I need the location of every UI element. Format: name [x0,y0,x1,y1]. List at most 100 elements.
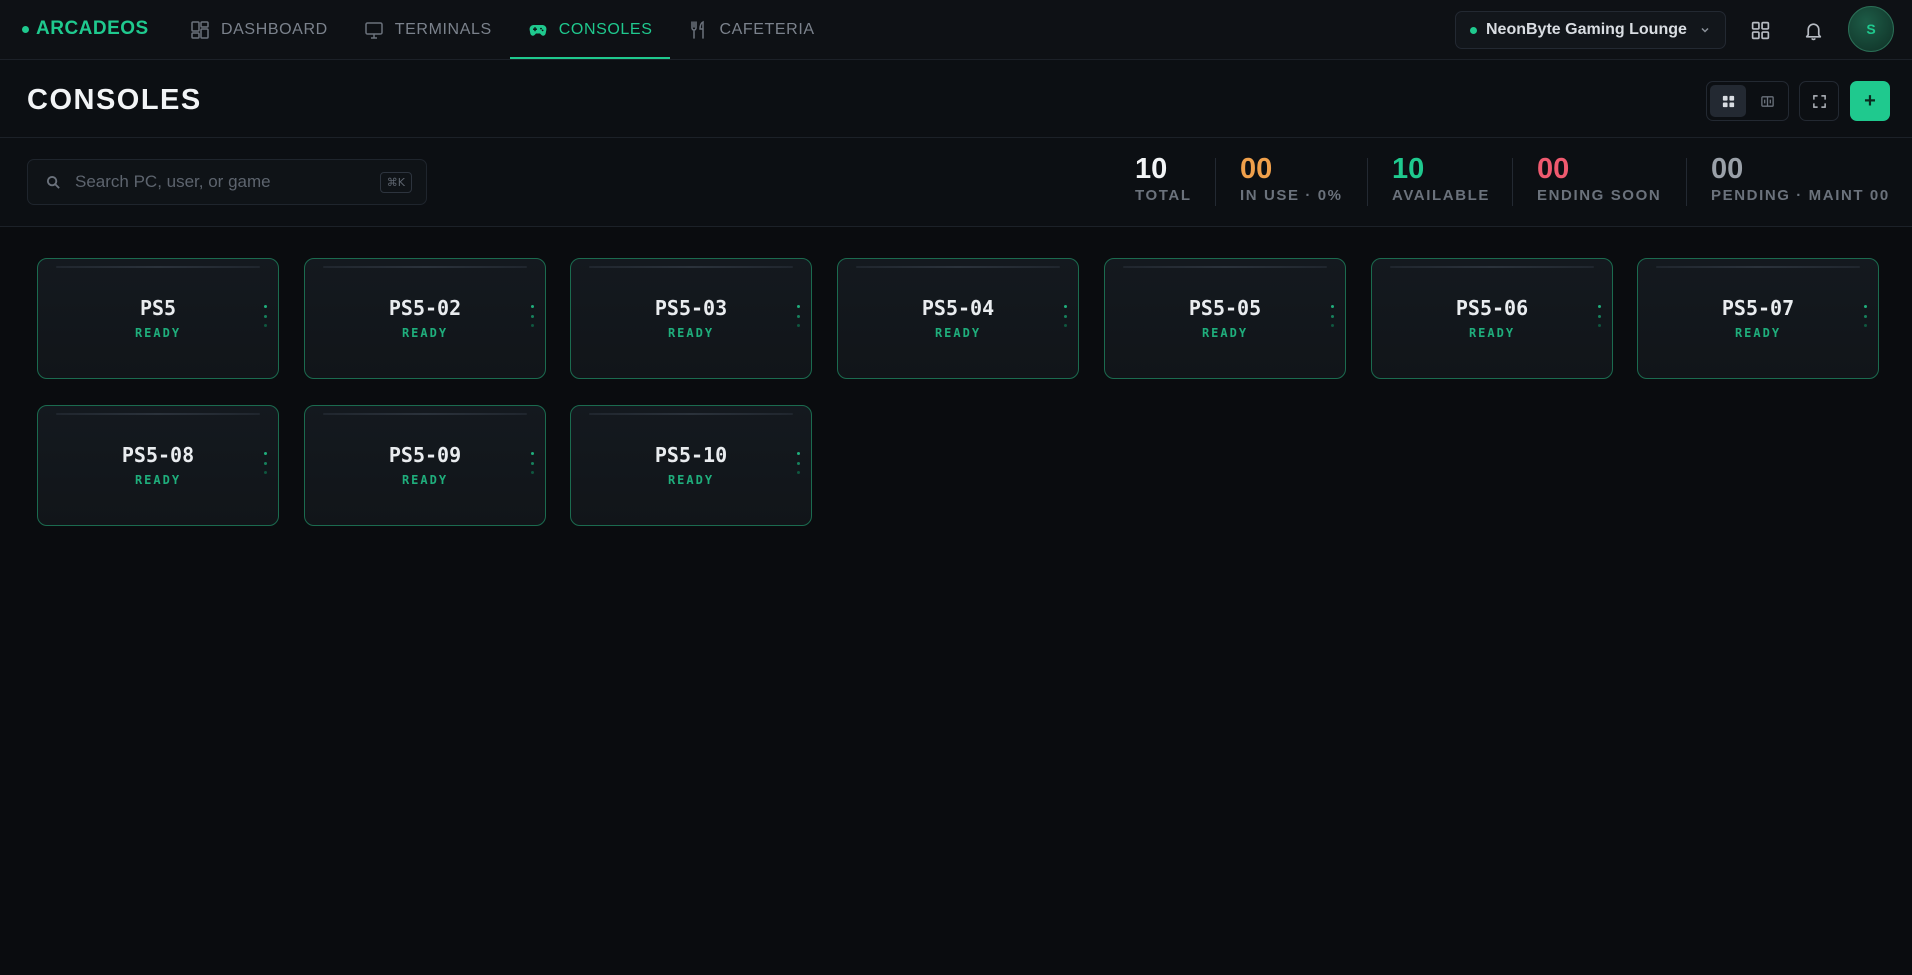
more-options-icon[interactable] [260,452,270,474]
stat-ending-soon: 00 ENDING SOON [1537,152,1661,204]
stat-total: 10 TOTAL [1135,152,1192,204]
stat-total-label: TOTAL [1135,187,1192,204]
page-title: CONSOLES [27,84,202,116]
venue-name: NeonByte Gaming Lounge [1486,21,1687,38]
brand-name: ARCADEOS [36,18,149,39]
stat-divider [1367,158,1368,206]
card-accent-line [589,266,793,268]
tab-consoles[interactable]: CONSOLES [509,0,671,59]
grid-icon [1751,21,1769,39]
console-status: READY [134,326,182,340]
tab-cafeteria-label: CAFETERIA [719,20,815,38]
tab-dashboard[interactable]: DASHBOARD [172,0,346,59]
console-card[interactable]: PS5-06 READY [1371,258,1613,379]
nav-tabs: DASHBOARD TERMINALS CONSOLES CAFETERIA [172,0,833,59]
tab-dashboard-label: DASHBOARD [221,20,328,38]
console-card[interactable]: PS5-10 READY [570,405,812,526]
monitor-icon [365,21,383,39]
console-name: PS5-09 [388,443,462,467]
page-header: CONSOLES + [0,60,1912,138]
console-name: PS5-05 [1188,296,1262,320]
top-nav: ARCADEOS DASHBOARD TERMINALS CONSOLES CA… [0,0,1912,60]
console-name: PS5-03 [654,296,728,320]
more-options-icon[interactable] [1060,305,1070,327]
tab-cafeteria[interactable]: CAFETERIA [670,0,832,59]
stat-ending-soon-value: 00 [1537,153,1570,185]
stat-available: 10 AVAILABLE [1392,152,1490,204]
venue-selector[interactable]: NeonByte Gaming Lounge [1455,11,1726,49]
split-view-button[interactable] [1749,85,1785,117]
more-options-icon[interactable] [1327,305,1337,327]
stat-in-use: 00 IN USE · 0% [1240,152,1343,204]
console-status: READY [667,473,715,487]
more-options-icon[interactable] [527,452,537,474]
card-accent-line [56,266,260,268]
stat-in-use-value: 00 [1240,153,1273,185]
console-card[interactable]: PS5-03 READY [570,258,812,379]
console-card[interactable]: PS5-05 READY [1104,258,1346,379]
add-console-button[interactable]: + [1850,81,1890,121]
gamepad-icon [529,24,547,36]
card-accent-line [1390,266,1594,268]
console-card[interactable]: PS5-02 READY [304,258,546,379]
stat-pending: 00 PENDING · MAINT 00 [1711,152,1890,204]
card-accent-line [323,413,527,415]
venue-status-dot [1470,26,1477,34]
stat-total-value: 10 [1135,153,1168,185]
search-box[interactable]: ⌘K [27,159,427,205]
stat-pending-label: PENDING · MAINT 00 [1711,187,1890,204]
brand-logo[interactable]: ARCADEOS [22,0,149,58]
console-status: READY [934,326,982,340]
card-accent-line [1656,266,1860,268]
console-name: PS5-08 [121,443,195,467]
fullscreen-icon [1812,94,1826,108]
bell-icon [1805,22,1821,40]
view-toggle [1706,81,1789,121]
console-status: READY [1468,326,1516,340]
avatar-initial: S [1866,21,1876,37]
console-status: READY [401,326,449,340]
more-options-icon[interactable] [793,452,803,474]
console-card[interactable]: PS5-04 READY [837,258,1079,379]
stat-available-value: 10 [1392,153,1425,185]
stat-divider [1686,158,1687,206]
search-input[interactable] [75,172,366,192]
dashboard-icon [191,20,209,39]
console-status: READY [134,473,182,487]
more-options-icon[interactable] [1860,305,1870,327]
console-name: PS5-07 [1721,296,1795,320]
tab-terminals[interactable]: TERMINALS [346,0,510,59]
card-accent-line [56,413,260,415]
console-card[interactable]: PS5-09 READY [304,405,546,526]
tab-terminals-label: TERMINALS [394,20,492,38]
fullscreen-button[interactable] [1799,81,1839,121]
console-name: PS5-02 [388,296,462,320]
card-accent-line [856,266,1060,268]
more-options-icon[interactable] [793,305,803,327]
stats-bar: ⌘K 10 TOTAL 00 IN USE · 0% 10 AVAILABLE … [0,138,1912,227]
grid-view-icon [1722,95,1734,107]
console-card[interactable]: PS5-07 READY [1637,258,1879,379]
stat-pending-value: 00 [1711,153,1744,185]
console-name: PS5-06 [1455,296,1529,320]
avatar[interactable]: S [1848,6,1894,52]
card-accent-line [323,266,527,268]
brand-dot-icon [22,25,29,33]
console-status: READY [401,473,449,487]
apps-grid-button[interactable] [1743,13,1777,47]
console-card[interactable]: PS5 READY [37,258,279,379]
notifications-button[interactable] [1796,13,1830,47]
console-status: READY [667,326,715,340]
stat-divider [1215,158,1216,206]
tab-consoles-label: CONSOLES [558,20,653,38]
grid-view-button[interactable] [1710,85,1746,117]
search-icon [46,175,60,189]
console-name: PS5 [139,296,177,320]
more-options-icon[interactable] [1594,305,1604,327]
card-accent-line [589,413,793,415]
card-accent-line [1123,266,1327,268]
console-card[interactable]: PS5-08 READY [37,405,279,526]
more-options-icon[interactable] [260,305,270,327]
stat-in-use-label: IN USE · 0% [1240,187,1343,204]
more-options-icon[interactable] [527,305,537,327]
